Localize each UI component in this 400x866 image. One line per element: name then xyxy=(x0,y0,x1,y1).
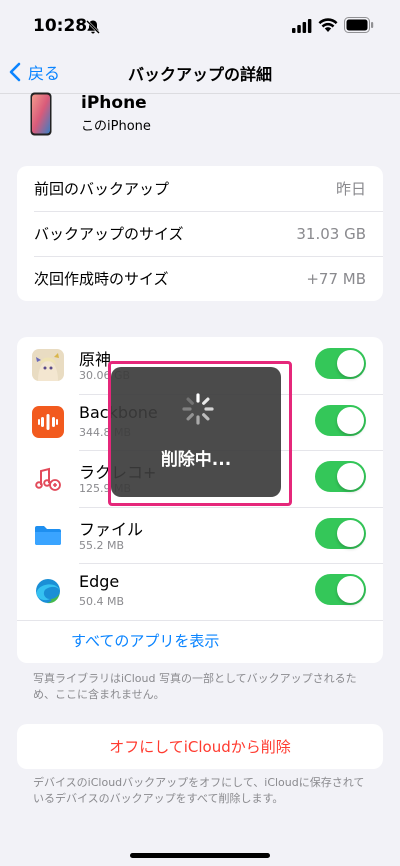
backbone-app-icon xyxy=(32,405,64,438)
info-value: 31.03 GB xyxy=(296,224,366,243)
spinner-icon xyxy=(182,393,214,425)
deleting-hud: 削除中... xyxy=(111,367,281,497)
toggle-knob xyxy=(337,519,364,547)
last-backup-row: 前回のバックアップ 昨日 xyxy=(17,166,383,211)
info-value: 昨日 xyxy=(335,180,366,198)
app-row-files: ファイル 55.2 MB xyxy=(17,506,383,564)
backup-toggle[interactable] xyxy=(315,348,366,379)
status-time: 10:28 xyxy=(33,16,88,36)
status-bar: 10:28 xyxy=(0,0,400,50)
info-label: 前回のバックアップ xyxy=(34,180,170,198)
show-all-apps-row: すべてのアプリを表示 xyxy=(17,619,383,663)
backup-info-card: 前回のバックアップ 昨日 バックアップのサイズ 31.03 GB 次回作成時のサ… xyxy=(17,166,383,301)
backup-toggle[interactable] xyxy=(315,574,366,605)
signal-icon xyxy=(292,19,312,33)
app-name: 原神 xyxy=(79,350,112,369)
backup-toggle[interactable] xyxy=(315,461,366,492)
files-folder-icon xyxy=(32,518,64,551)
backup-toggle[interactable] xyxy=(315,404,366,436)
device-name: iPhone xyxy=(81,93,147,113)
bell-slash-icon xyxy=(86,20,100,34)
home-indicator xyxy=(130,853,270,858)
battery-icon xyxy=(344,17,374,33)
edge-app-icon xyxy=(32,575,64,607)
wifi-icon xyxy=(318,18,338,32)
app-name: Edge xyxy=(79,572,120,591)
backup-toggle[interactable] xyxy=(315,517,366,549)
toggle-knob xyxy=(337,576,364,603)
deleting-label: 削除中... xyxy=(160,450,232,470)
backup-size-row: バックアップのサイズ 31.03 GB xyxy=(17,211,383,256)
page-title: バックアップの詳細 xyxy=(127,65,272,84)
device-subtitle: このiPhone xyxy=(81,119,151,134)
next-backup-size-row: 次回作成時のサイズ +77 MB xyxy=(17,256,383,301)
turn-off-and-delete-button[interactable]: オフにしてiCloudから削除 xyxy=(17,724,383,769)
toggle-knob xyxy=(337,463,364,490)
toggle-knob xyxy=(337,406,364,434)
info-value: +77 MB xyxy=(306,269,366,288)
app-name: ファイル xyxy=(79,519,144,539)
app-size: 55.2 MB xyxy=(79,538,125,552)
info-label: 次回作成時のサイズ xyxy=(34,270,169,288)
toggle-knob xyxy=(337,350,364,377)
iphone-device-icon xyxy=(30,92,52,136)
app-row-edge: Edge 50.4 MB xyxy=(17,563,383,620)
info-label: バックアップのサイズ xyxy=(34,225,184,243)
photos-footnote: 写真ライブラリはiCloud 写真の一部としてバックアップされるため、ここに含ま… xyxy=(33,672,357,701)
genshin-app-icon xyxy=(32,349,64,381)
app-size: 50.4 MB xyxy=(79,595,125,608)
rakureko-app-icon xyxy=(32,462,64,494)
delete-card: オフにしてiCloudから削除 xyxy=(17,724,383,769)
device-header: iPhone このiPhone xyxy=(0,88,400,148)
show-all-apps-link[interactable]: すべてのアプリを表示 xyxy=(71,630,219,651)
delete-footnote: デバイスのiCloudバックアップをオフにして、iCloudに保存されているデバ… xyxy=(33,776,365,805)
